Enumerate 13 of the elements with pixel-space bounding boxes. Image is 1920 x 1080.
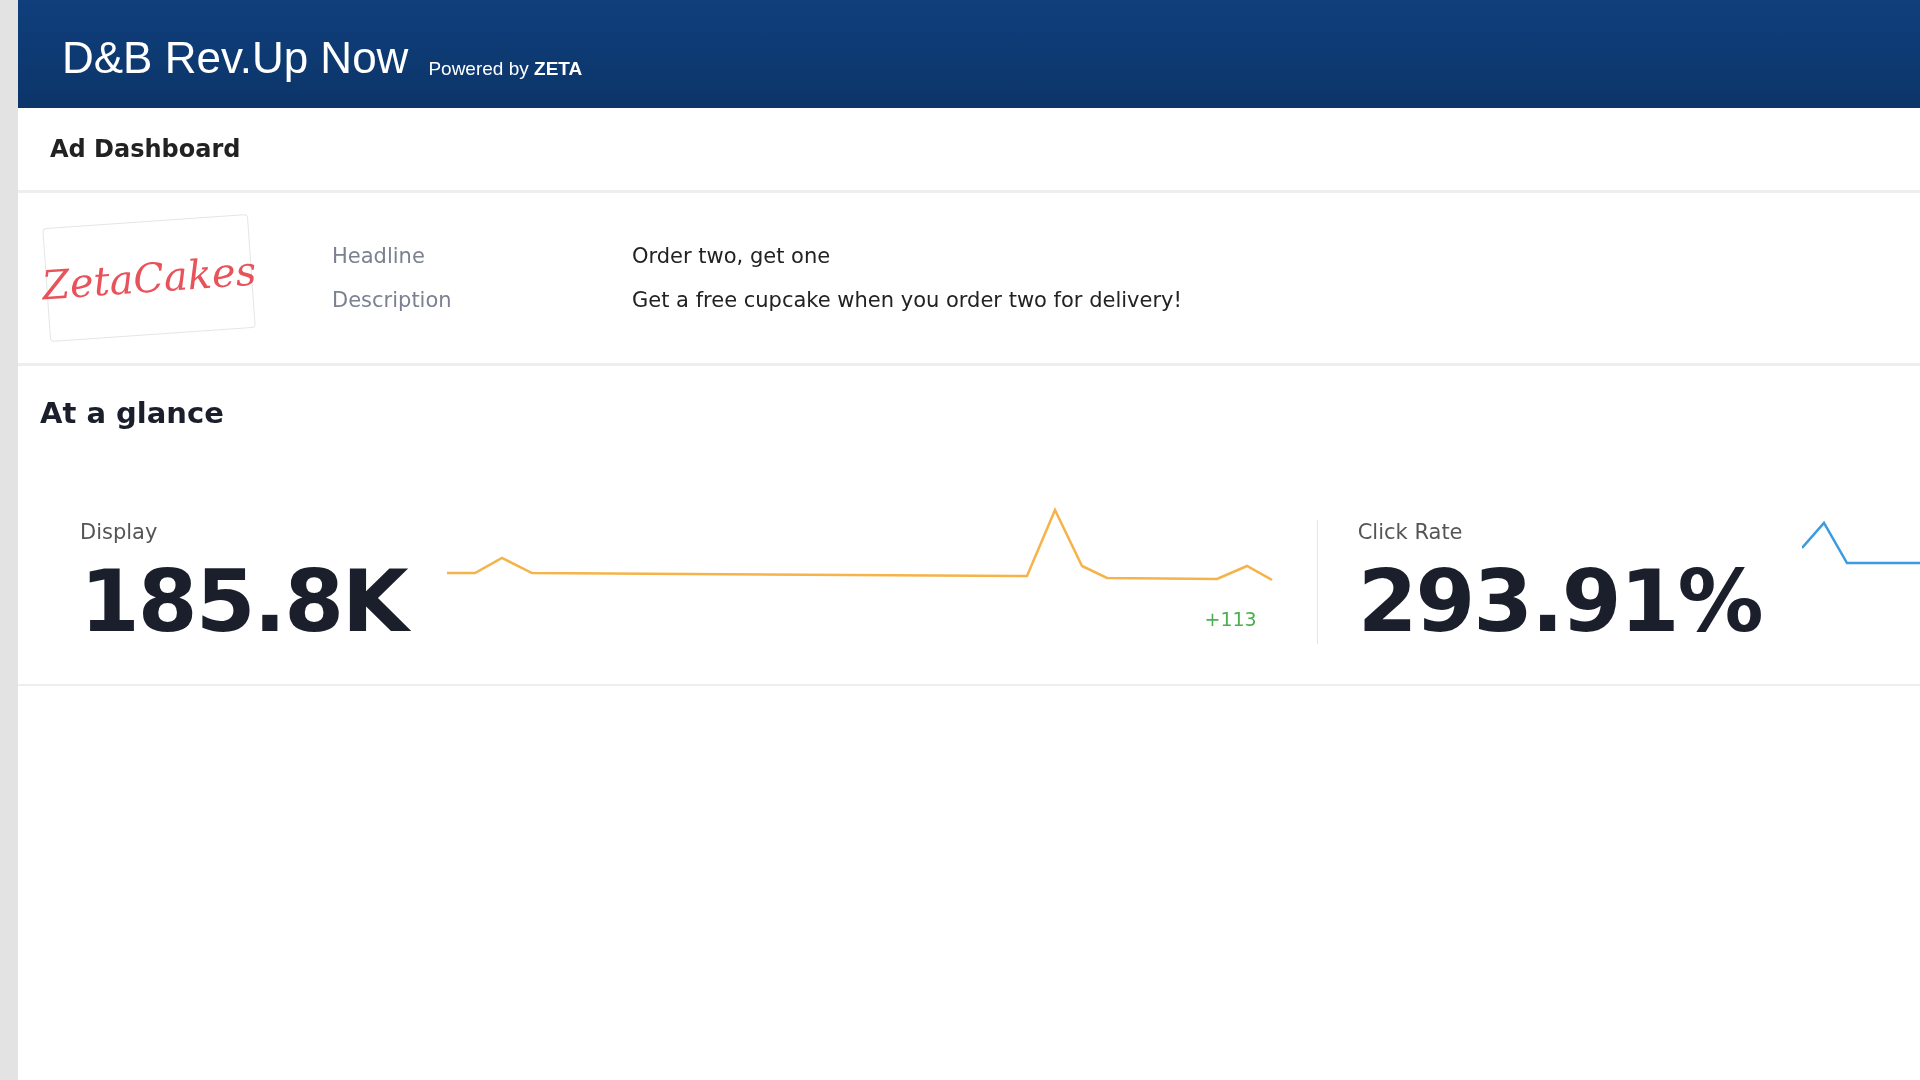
ad-logo: ZetaCakes xyxy=(42,213,256,343)
field-label: Description xyxy=(332,288,453,312)
change-value: +113 xyxy=(1204,608,1257,630)
field-label: Headline xyxy=(332,244,426,268)
metric-value: 293.91% xyxy=(1357,558,1762,644)
page-title: Ad Dashboard xyxy=(50,135,241,163)
field-value: Order two, get one xyxy=(632,244,832,268)
brand-logo: D&B Rev.Up Now xyxy=(62,36,409,80)
section-title: At a glance xyxy=(40,396,225,430)
metric-label: Display xyxy=(80,520,159,544)
powered-by-text: Powered by ZETA xyxy=(428,58,583,80)
field-value: Get a free cupcake when you order two for delivery! xyxy=(632,288,1182,312)
metric-label: Click Rate xyxy=(1357,520,1464,544)
